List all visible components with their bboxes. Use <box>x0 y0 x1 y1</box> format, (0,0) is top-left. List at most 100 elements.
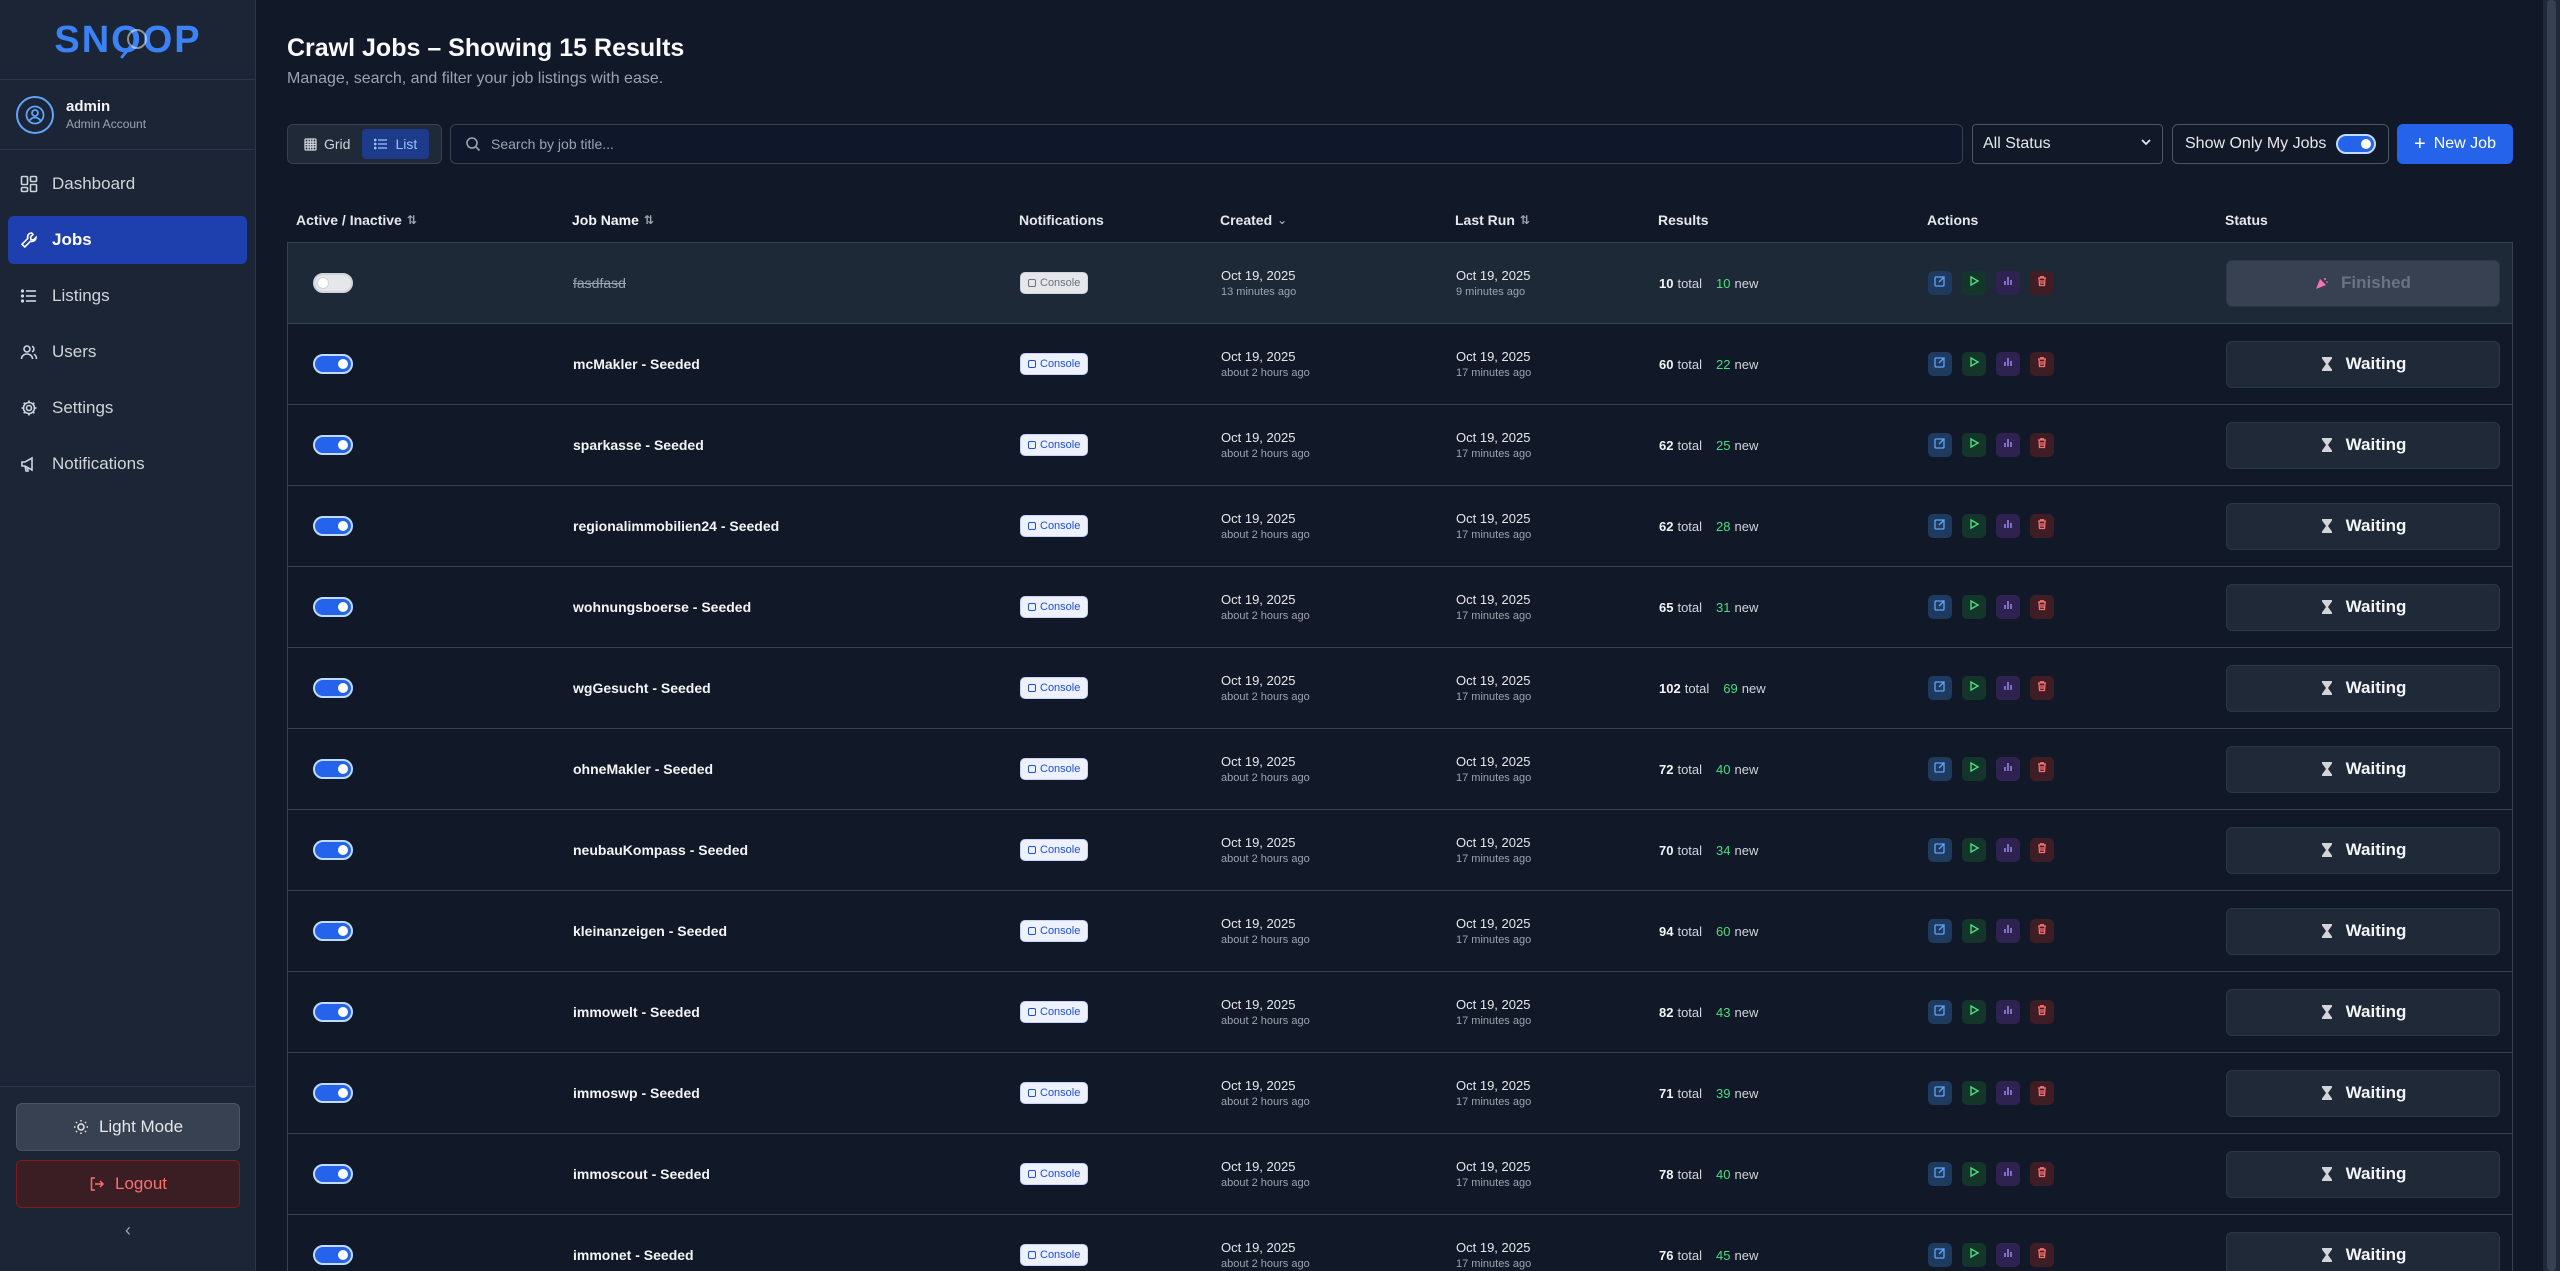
grid-view-button[interactable]: Grid <box>292 129 362 159</box>
light-mode-button[interactable]: Light Mode <box>16 1103 240 1151</box>
edit-button[interactable] <box>1928 676 1952 700</box>
delete-button[interactable] <box>2030 352 2054 376</box>
delete-button[interactable] <box>2030 1162 2054 1186</box>
stats-button[interactable] <box>1996 676 2020 700</box>
job-name[interactable]: neubauKompass - Seeded <box>573 842 1020 858</box>
job-name[interactable]: immoscout - Seeded <box>573 1166 1020 1182</box>
run-button[interactable] <box>1962 514 1986 538</box>
delete-button[interactable] <box>2030 1243 2054 1267</box>
stats-button[interactable] <box>1996 757 2020 781</box>
status-filter-select[interactable]: All Status <box>1972 124 2163 164</box>
column-job-name[interactable]: Job Name ⇅ <box>572 212 1019 228</box>
delete-button[interactable] <box>2030 595 2054 619</box>
sidebar-item-notifications[interactable]: Notifications <box>8 440 247 488</box>
column-created[interactable]: Created ⌄ <box>1220 212 1455 228</box>
job-name[interactable]: immowelt - Seeded <box>573 1004 1020 1020</box>
scrollbar-thumb[interactable] <box>2547 0 2556 1271</box>
stats-button[interactable] <box>1996 919 2020 943</box>
active-toggle[interactable] <box>313 435 353 455</box>
run-button[interactable] <box>1962 1243 1986 1267</box>
page-scrollbar[interactable] <box>2543 0 2560 1271</box>
stats-button[interactable] <box>1996 514 2020 538</box>
run-button[interactable] <box>1962 1000 1986 1024</box>
stats-button[interactable] <box>1996 271 2020 295</box>
sidebar-item-jobs[interactable]: Jobs <box>8 216 247 264</box>
search-input[interactable] <box>491 136 1962 152</box>
delete-button[interactable] <box>2030 676 2054 700</box>
job-name[interactable]: ohneMakler - Seeded <box>573 761 1020 777</box>
stats-button[interactable] <box>1996 1162 2020 1186</box>
job-name[interactable]: immonet - Seeded <box>573 1247 1020 1263</box>
job-name[interactable]: wohnungsboerse - Seeded <box>573 599 1020 615</box>
active-toggle[interactable] <box>313 597 353 617</box>
active-toggle[interactable] <box>313 1083 353 1103</box>
job-name[interactable]: sparkasse - Seeded <box>573 437 1020 453</box>
edit-button[interactable] <box>1928 271 1952 295</box>
sidebar-item-users[interactable]: Users <box>8 328 247 376</box>
delete-button[interactable] <box>2030 1000 2054 1024</box>
job-name[interactable]: regionalimmobilien24 - Seeded <box>573 518 1020 534</box>
delete-button[interactable] <box>2030 433 2054 457</box>
active-toggle[interactable] <box>313 1245 353 1265</box>
job-name[interactable]: fasdfasd <box>573 275 1020 291</box>
edit-button[interactable] <box>1928 1081 1952 1105</box>
active-toggle[interactable] <box>313 516 353 536</box>
run-button[interactable] <box>1962 595 1986 619</box>
edit-button[interactable] <box>1928 352 1952 376</box>
active-toggle[interactable] <box>313 1164 353 1184</box>
stats-button[interactable] <box>1996 838 2020 862</box>
collapse-sidebar-button[interactable]: ‹ <box>16 1220 240 1241</box>
active-toggle[interactable] <box>313 840 353 860</box>
sidebar-item-dashboard[interactable]: Dashboard <box>8 160 247 208</box>
edit-button[interactable] <box>1928 1162 1952 1186</box>
run-button[interactable] <box>1962 1081 1986 1105</box>
stats-button[interactable] <box>1996 1243 2020 1267</box>
delete-button[interactable] <box>2030 271 2054 295</box>
my-jobs-toggle[interactable] <box>2336 134 2376 154</box>
active-toggle[interactable] <box>313 678 353 698</box>
edit-button[interactable] <box>1928 1243 1952 1267</box>
active-toggle[interactable] <box>313 354 353 374</box>
edit-button[interactable] <box>1928 433 1952 457</box>
logo[interactable]: SNOOP <box>0 0 255 80</box>
column-active[interactable]: Active / Inactive ⇅ <box>287 212 572 228</box>
delete-button[interactable] <box>2030 514 2054 538</box>
run-button[interactable] <box>1962 676 1986 700</box>
stats-button[interactable] <box>1996 1081 2020 1105</box>
user-profile[interactable]: admin Admin Account <box>0 80 255 150</box>
active-toggle[interactable] <box>313 273 353 293</box>
job-name[interactable]: mcMakler - Seeded <box>573 356 1020 372</box>
run-button[interactable] <box>1962 757 1986 781</box>
edit-button[interactable] <box>1928 514 1952 538</box>
sidebar-item-settings[interactable]: Settings <box>8 384 247 432</box>
run-button[interactable] <box>1962 271 1986 295</box>
job-name[interactable]: kleinanzeigen - Seeded <box>573 923 1020 939</box>
edit-button[interactable] <box>1928 838 1952 862</box>
edit-button[interactable] <box>1928 757 1952 781</box>
list-view-button[interactable]: List <box>362 129 430 159</box>
sidebar-item-listings[interactable]: Listings <box>8 272 247 320</box>
job-name[interactable]: immoswp - Seeded <box>573 1085 1020 1101</box>
job-name[interactable]: wgGesucht - Seeded <box>573 680 1020 696</box>
edit-button[interactable] <box>1928 1000 1952 1024</box>
stats-button[interactable] <box>1996 433 2020 457</box>
logout-button[interactable]: Logout <box>16 1160 240 1208</box>
delete-button[interactable] <box>2030 838 2054 862</box>
column-last-run[interactable]: Last Run ⇅ <box>1455 212 1658 228</box>
run-button[interactable] <box>1962 433 1986 457</box>
stats-button[interactable] <box>1996 352 2020 376</box>
stats-button[interactable] <box>1996 595 2020 619</box>
active-toggle[interactable] <box>313 1002 353 1022</box>
new-job-button[interactable]: + New Job <box>2397 124 2513 164</box>
run-button[interactable] <box>1962 352 1986 376</box>
run-button[interactable] <box>1962 1162 1986 1186</box>
active-toggle[interactable] <box>313 921 353 941</box>
run-button[interactable] <box>1962 919 1986 943</box>
delete-button[interactable] <box>2030 757 2054 781</box>
edit-button[interactable] <box>1928 595 1952 619</box>
delete-button[interactable] <box>2030 919 2054 943</box>
delete-button[interactable] <box>2030 1081 2054 1105</box>
run-button[interactable] <box>1962 838 1986 862</box>
active-toggle[interactable] <box>313 759 353 779</box>
stats-button[interactable] <box>1996 1000 2020 1024</box>
